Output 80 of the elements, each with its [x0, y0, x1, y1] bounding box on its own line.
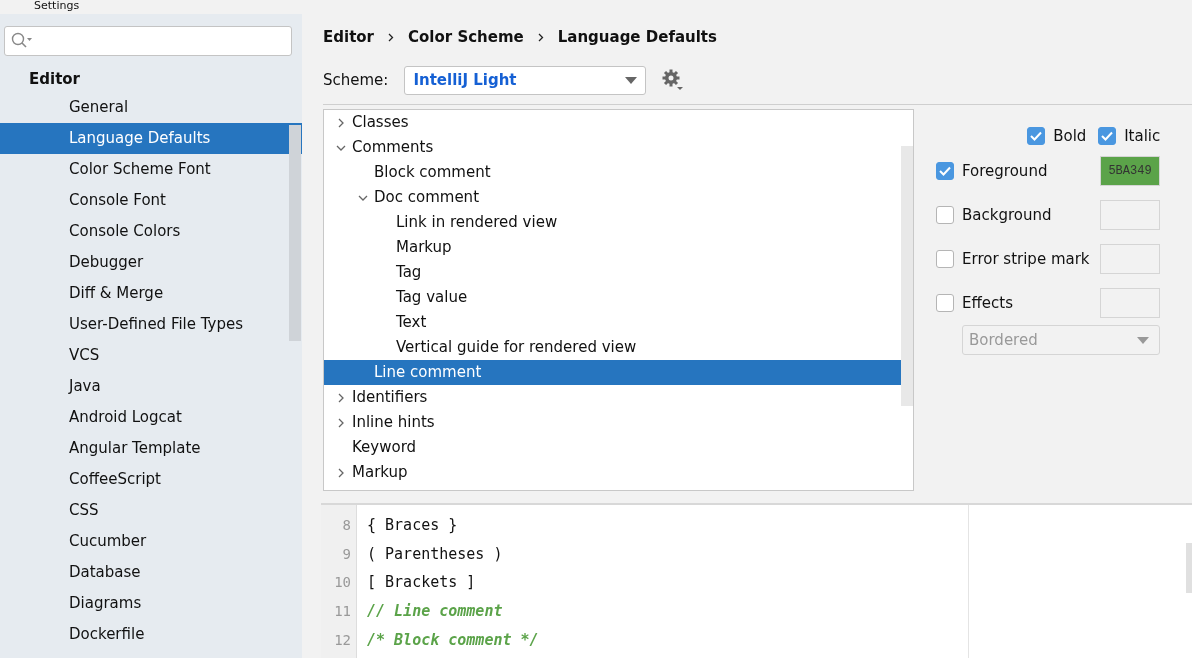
checkbox[interactable] — [936, 294, 954, 312]
tree-item[interactable]: Line comment — [324, 360, 901, 385]
scheme-label: Scheme: — [323, 69, 389, 91]
checkbox[interactable] — [936, 250, 954, 268]
tree-item[interactable]: Tag — [324, 260, 901, 285]
sidebar-item[interactable]: Database — [0, 557, 302, 588]
scrollbar[interactable] — [1186, 543, 1192, 593]
checkbox-label: Background — [962, 204, 1053, 226]
line-number: 8 — [341, 516, 351, 535]
tree-item[interactable]: Markup — [324, 235, 901, 260]
tree-item[interactable]: Block comment — [324, 160, 901, 185]
line-number: 12 — [333, 630, 351, 650]
tree-item[interactable]: Markup — [324, 460, 901, 485]
sidebar-item[interactable]: CSS — [0, 495, 302, 526]
checkbox-label: Italic — [1124, 125, 1161, 147]
chevron-right-icon[interactable] — [336, 117, 346, 128]
sidebar-item[interactable]: Debugger — [0, 247, 302, 278]
sidebar-item[interactable]: Android Logcat — [0, 402, 302, 433]
tree-item[interactable]: Keyword — [324, 435, 901, 460]
checkbox[interactable] — [1098, 127, 1117, 145]
sidebar-item[interactable]: Dockerfile — [0, 619, 302, 650]
code-line: // Line comment — [367, 601, 504, 623]
chevron-icon — [388, 33, 394, 42]
checkbox[interactable] — [936, 162, 954, 180]
line-number: 11 — [333, 602, 351, 622]
tree-item[interactable]: Doc comment — [324, 185, 901, 210]
chevron-right-icon[interactable] — [336, 467, 346, 478]
line-number: 10 — [333, 573, 351, 593]
checkbox[interactable] — [936, 206, 954, 224]
code-line: /* Block comment */ — [367, 629, 540, 651]
color-swatch[interactable] — [1100, 244, 1160, 274]
chevron-icon — [537, 33, 544, 42]
breadcrumb[interactable]: Language Defaults — [557, 25, 717, 49]
tree-item[interactable]: Inline hints — [324, 410, 901, 435]
dropdown-arrow-icon — [1137, 336, 1149, 344]
code-line: ( Parentheses ) — [367, 543, 504, 565]
checkbox-label: Foreground — [962, 160, 1049, 182]
scrollbar[interactable] — [289, 125, 301, 341]
sidebar-item[interactable]: Language Defaults — [0, 123, 302, 154]
color-swatch[interactable]: 5BA349 — [1100, 156, 1160, 186]
sidebar-item[interactable]: Angular Template — [0, 433, 302, 464]
chevron-right-icon[interactable] — [336, 392, 346, 403]
scheme-dropdown[interactable]: IntelliJ Light — [404, 65, 647, 95]
sidebar-item[interactable]: CoffeeScript — [0, 464, 302, 495]
dropdown-arrow-icon — [625, 76, 638, 84]
tree-item[interactable]: Classes — [324, 110, 901, 135]
tree-item[interactable]: Link in rendered view — [324, 210, 901, 235]
breadcrumb[interactable]: Color Scheme — [408, 25, 524, 49]
sidebar-item[interactable]: Java — [0, 371, 302, 402]
window-title: Settings — [33, 0, 81, 14]
color-swatch[interactable] — [1100, 288, 1160, 318]
sidebar-item[interactable]: VCS — [0, 340, 302, 371]
code-line: { Braces } — [367, 515, 459, 536]
checkbox-label: Bold — [1053, 125, 1087, 147]
sidebar-item[interactable]: Console Font — [0, 185, 302, 216]
tree-item[interactable]: Identifiers — [324, 385, 901, 410]
tree-item[interactable]: Vertical guide for rendered view — [324, 335, 901, 360]
sidebar-item[interactable]: User-Defined File Types — [0, 309, 302, 340]
sidebar-item[interactable]: Color Scheme Font — [0, 154, 302, 185]
sidebar-item[interactable]: General — [0, 92, 302, 123]
sidebar-item[interactable]: Diagrams — [0, 588, 302, 619]
sidebar-item[interactable]: Console Colors — [0, 216, 302, 247]
sidebar-heading[interactable]: Editor — [0, 56, 302, 92]
search-field[interactable] — [4, 26, 292, 56]
code-line: [ Brackets ] — [367, 572, 477, 594]
checkbox-label: Error stripe mark — [962, 248, 1091, 270]
line-number: 9 — [341, 544, 351, 564]
checkbox[interactable] — [1027, 127, 1046, 145]
sidebar-item[interactable]: Cucumber — [0, 526, 302, 557]
search-icon — [11, 32, 33, 50]
chevron-right-icon[interactable] — [336, 417, 346, 428]
color-swatch[interactable] — [1100, 200, 1160, 230]
scrollbar[interactable] — [901, 146, 913, 406]
breadcrumb[interactable]: Editor — [323, 25, 374, 49]
settings-icon[interactable] — [662, 69, 685, 91]
tree-item[interactable]: Text — [324, 310, 901, 335]
tree-item[interactable]: Tag value — [324, 285, 901, 310]
sidebar-item[interactable]: Diff & Merge — [0, 278, 302, 309]
checkbox-label: Effects — [962, 292, 1014, 314]
tree-item[interactable]: Comments — [324, 135, 901, 160]
